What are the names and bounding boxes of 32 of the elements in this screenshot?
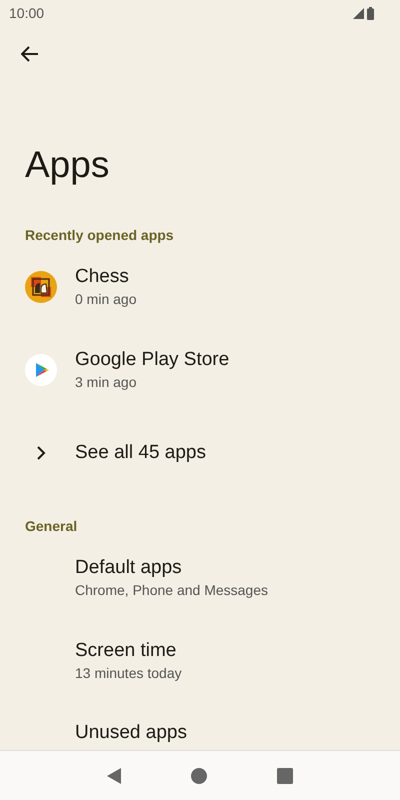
item-title: Screen time <box>75 640 178 662</box>
recents-button[interactable] <box>277 768 293 784</box>
list-item[interactable]: Default apps Chrome, Phone and Messages <box>0 536 400 619</box>
home-circle-icon <box>191 768 207 784</box>
list-item[interactable]: Chess 0 min ago <box>0 245 400 328</box>
section-header: Recently opened apps <box>24 226 175 245</box>
item-title: Google Play Store <box>75 349 230 371</box>
item-title: See all 45 apps <box>75 442 206 464</box>
page-title: Apps <box>25 143 110 187</box>
list-item[interactable]: Unused apps <box>0 702 400 744</box>
battery-icon <box>367 6 374 20</box>
item-title: Default apps <box>75 557 183 579</box>
back-arrow-icon <box>21 46 39 62</box>
chevron-right-icon <box>36 446 46 460</box>
back-nav-button[interactable] <box>107 768 121 784</box>
play-store-icon <box>25 354 57 386</box>
item-title: Unused apps <box>75 722 187 744</box>
list-item[interactable]: See all 45 apps <box>0 411 400 494</box>
item-subtitle: Chrome, Phone and Messages <box>75 582 268 598</box>
item-subtitle: 13 minutes today <box>75 665 182 681</box>
section-header: General <box>24 517 78 536</box>
item-subtitle: 0 min ago <box>75 291 136 307</box>
signal-icon <box>353 8 364 18</box>
status-time: 10:00 <box>9 5 44 21</box>
list-item[interactable]: Google Play Store 3 min ago <box>0 328 400 411</box>
item-subtitle: 3 min ago <box>75 374 138 390</box>
back-triangle-icon <box>107 768 121 784</box>
item-title: Chess <box>75 266 130 288</box>
recents-square-icon <box>277 768 293 784</box>
home-button[interactable] <box>191 768 207 784</box>
chess-app-icon <box>25 270 57 302</box>
list-item[interactable]: Screen time 13 minutes today <box>0 619 400 702</box>
